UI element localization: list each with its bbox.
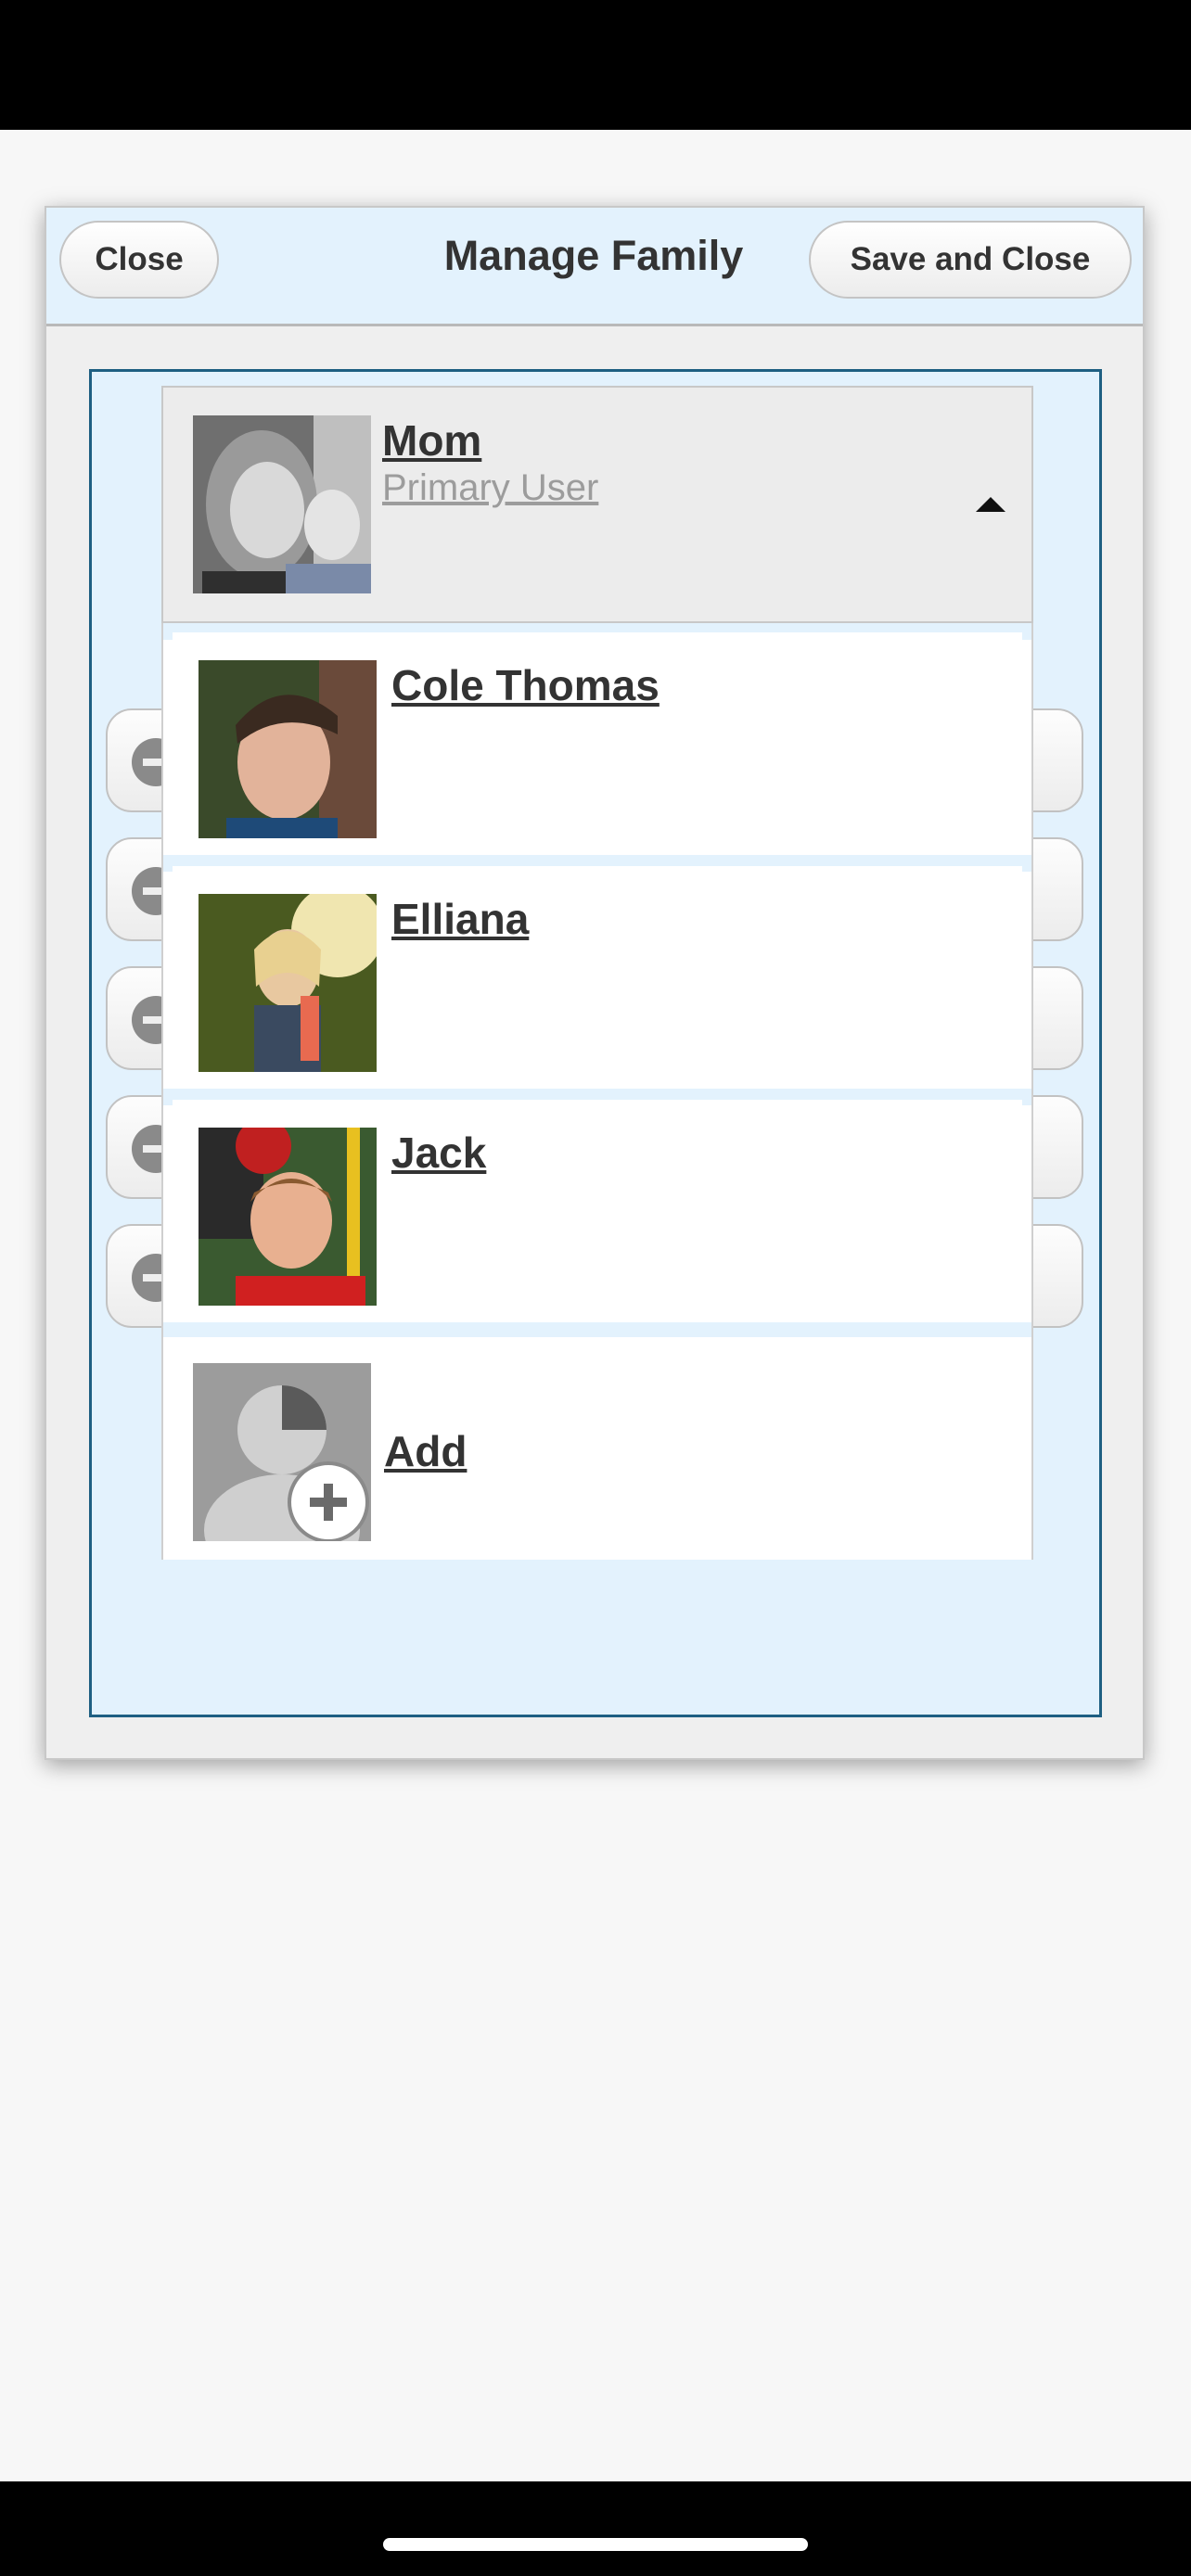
mom-avatar	[193, 415, 371, 593]
status-bar	[0, 0, 1191, 130]
add-member-label: Add	[384, 1427, 467, 1475]
member-name: Cole Thomas	[391, 661, 660, 709]
dropdown-item-cole-thomas[interactable]: Cole Thomas	[173, 632, 1022, 855]
dialog-header: Close Manage Family Save and Close	[46, 208, 1143, 326]
user-select-dropdown[interactable]: Mom Primary User	[161, 386, 1033, 623]
dropdown-item-elliana[interactable]: Elliana	[173, 866, 1022, 1089]
home-indicator[interactable]	[383, 2538, 808, 2551]
member-avatar	[198, 894, 377, 1072]
member-name: Elliana	[391, 895, 530, 943]
home-bar	[0, 2481, 1191, 2576]
close-button[interactable]: Close	[59, 221, 219, 299]
user-dropdown-list: Cole Thomas Elliana Jack Add	[161, 623, 1033, 1560]
add-member-avatar	[193, 1363, 371, 1541]
selected-user-name: Mom	[382, 416, 482, 465]
member-avatar	[198, 1128, 377, 1306]
caret-up-icon[interactable]	[976, 497, 1005, 512]
dialog-title: Manage Family	[443, 232, 744, 279]
selected-user-role: Primary User	[382, 467, 599, 508]
member-avatar	[198, 660, 377, 838]
dropdown-item-add[interactable]: Add	[163, 1337, 1031, 1560]
member-name: Jack	[391, 1129, 487, 1177]
save-and-close-button[interactable]: Save and Close	[809, 221, 1132, 299]
dropdown-item-jack[interactable]: Jack	[173, 1100, 1022, 1322]
